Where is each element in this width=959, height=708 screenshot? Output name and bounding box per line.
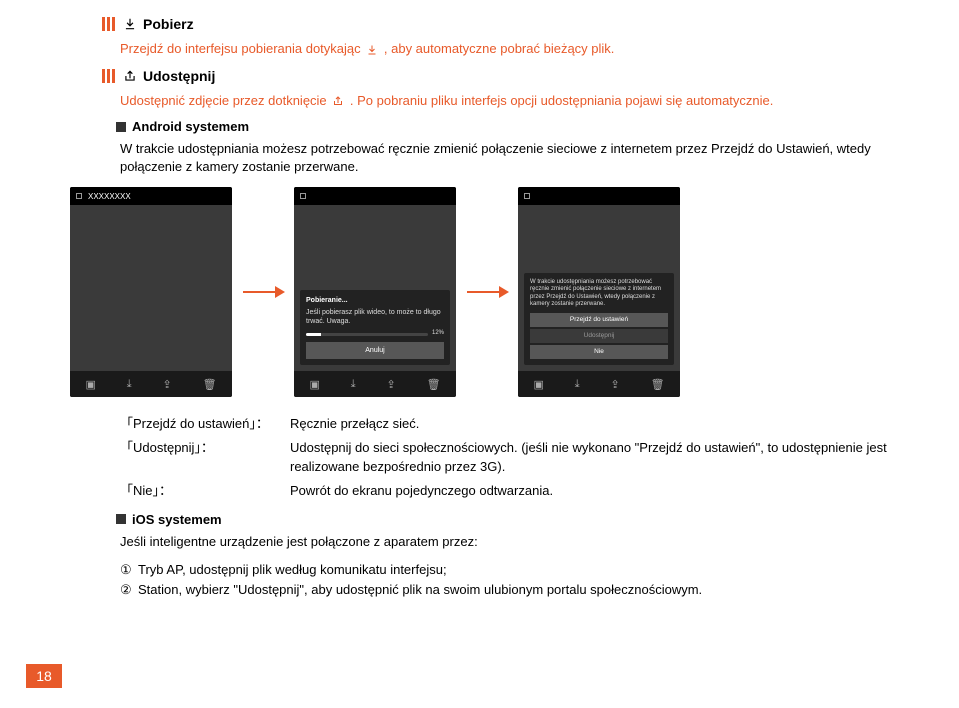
definition-list: 「Przejdź do ustawień」： Ręcznie przełącz … [120, 415, 899, 500]
phone2-mid: Pobieranie... Jeśli pobierasz plik wideo… [294, 205, 456, 371]
arrow-icon [462, 282, 512, 302]
subhead-ios: iOS systemem [116, 512, 899, 527]
heading-bars [102, 17, 117, 31]
trash-icon: 🗑 [651, 378, 665, 391]
page-number: 18 [26, 664, 62, 688]
subhead-android: Android systemem [116, 119, 899, 134]
download-dialog: Pobieranie... Jeśli pobierasz plik wideo… [300, 290, 450, 365]
share-icon: ⇪ [610, 378, 619, 391]
def-term: 「Nie」： [120, 482, 290, 500]
share-icon: ⇪ [386, 378, 395, 391]
def-term: 「Udostępnij」： [120, 439, 290, 475]
ios-item-1: ① Tryb AP, udostępnij plik według komuni… [120, 562, 899, 578]
trash-icon: 🗑 [203, 378, 217, 391]
ios-item-2: ② Station, wybierz "Udostępnij", aby udo… [120, 582, 899, 598]
download-icon-inline [366, 44, 378, 56]
download-dialog-title: Pobieranie... [306, 296, 444, 305]
download-icon: ⤓ [575, 378, 580, 391]
circled-1: ① [120, 562, 138, 578]
subhead-ios-text: iOS systemem [132, 512, 222, 527]
heading-download: Pobierz [102, 16, 899, 32]
progress-pct: 12% [432, 330, 444, 338]
ios-item-2-text: Station, wybierz "Udostępnij", aby udost… [138, 582, 702, 598]
phone3-bottom: ▣ ⤓ ⇪ 🗑 [518, 371, 680, 397]
download-para-after: , aby automatyczne pobrać bieżący plik. [384, 41, 615, 56]
def-desc: Powrót do ekranu pojedynczego odtwarzani… [290, 482, 899, 500]
share-para-before: Udostępnić zdjęcie przez dotknięcie [120, 93, 330, 108]
phone2-bottom: ▣ ⤓ ⇪ 🗑 [294, 371, 456, 397]
share-icon [123, 69, 137, 83]
bullet-square [116, 514, 126, 524]
phone1-mid [70, 205, 232, 371]
android-body: W trakcie udostępniania możesz potrzebow… [120, 140, 899, 175]
arrow-icon [238, 282, 288, 302]
heading-download-text: Pobierz [143, 16, 194, 32]
bullet-square [116, 122, 126, 132]
ios-item-1-text: Tryb AP, udostępnij plik według komunika… [138, 562, 447, 578]
download-icon: ⤓ [127, 378, 132, 391]
def-desc: Udostępnij do sieci społecznościowych. (… [290, 439, 899, 475]
share-button[interactable]: Udostępnij [530, 329, 668, 343]
heading-share: Udostępnij [102, 68, 899, 84]
phone-top-icon [76, 193, 82, 199]
download-icon [123, 17, 137, 31]
phone3-top [518, 187, 680, 205]
camera-icon: ▣ [309, 378, 319, 391]
ios-intro: Jeśli inteligentne urządzenie jest połąc… [120, 533, 899, 551]
trash-icon: 🗑 [427, 378, 441, 391]
share-para: Udostępnić zdjęcie przez dotknięcie . Po… [120, 92, 899, 110]
phones-row: XXXXXXXX ▣ ⤓ ⇪ 🗑 Pobieranie... Jeśli pob… [70, 187, 899, 397]
camera-icon: ▣ [533, 378, 543, 391]
share-icon: ⇪ [162, 378, 171, 391]
phone1-title: XXXXXXXX [88, 192, 131, 201]
share-icon-inline [332, 95, 344, 107]
def-row-settings: 「Przejdź do ustawień」： Ręcznie przełącz … [120, 415, 899, 433]
phone1-top: XXXXXXXX [70, 187, 232, 205]
def-row-share: 「Udostępnij」： Udostępnij do sieci społec… [120, 439, 899, 475]
def-term: 「Przejdź do ustawień」： [120, 415, 290, 433]
phone-top-icon [524, 193, 530, 199]
share-para-after: . Po pobraniu pliku interfejs opcji udos… [350, 93, 773, 108]
share-dialog-msg: W trakcie udostępniania możesz potrzebow… [530, 279, 668, 309]
phone-screenshot-2: Pobieranie... Jeśli pobierasz plik wideo… [294, 187, 456, 397]
download-para-before: Przejdź do interfejsu pobierania dotykaj… [120, 41, 364, 56]
download-dialog-msg: Jeśli pobierasz plik wideo, to może to d… [306, 308, 444, 326]
download-icon: ⤓ [351, 378, 356, 391]
camera-icon: ▣ [85, 378, 95, 391]
heading-bars [102, 69, 117, 83]
progress-wrap: 12% [306, 330, 444, 338]
cancel-button[interactable]: Anuluj [306, 342, 444, 359]
go-settings-button[interactable]: Przejdź do ustawień [530, 313, 668, 327]
no-button[interactable]: Nie [530, 345, 668, 359]
heading-share-text: Udostępnij [143, 68, 215, 84]
progress-bar [306, 333, 428, 336]
phone3-mid: W trakcie udostępniania możesz potrzebow… [518, 205, 680, 371]
phone1-bottom: ▣ ⤓ ⇪ 🗑 [70, 371, 232, 397]
phone-screenshot-1: XXXXXXXX ▣ ⤓ ⇪ 🗑 [70, 187, 232, 397]
phone2-top [294, 187, 456, 205]
share-dialog: W trakcie udostępniania możesz potrzebow… [524, 273, 674, 365]
phone-screenshot-3: W trakcie udostępniania możesz potrzebow… [518, 187, 680, 397]
def-desc: Ręcznie przełącz sieć. [290, 415, 899, 433]
circled-2: ② [120, 582, 138, 598]
subhead-android-text: Android systemem [132, 119, 249, 134]
def-row-no: 「Nie」： Powrót do ekranu pojedynczego odt… [120, 482, 899, 500]
download-para: Przejdź do interfejsu pobierania dotykaj… [120, 40, 899, 58]
phone-top-icon [300, 193, 306, 199]
